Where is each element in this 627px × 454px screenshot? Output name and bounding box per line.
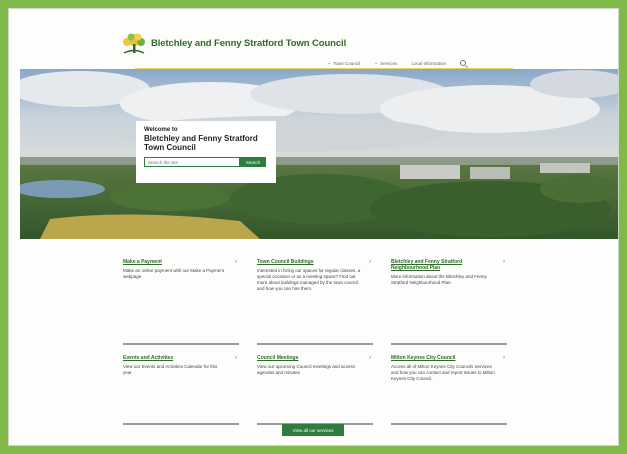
card-body: View our upcoming Council meetings and a… (257, 364, 355, 375)
site-search: Search (144, 157, 268, 167)
site-header: Bletchley and Fenny Stratford Town Counc… (9, 9, 618, 70)
card-town-council-buildings[interactable]: Town Council Buildings › Interested in h… (257, 259, 373, 345)
card-title[interactable]: Make a Payment (123, 259, 223, 265)
card-body: Make an online payment with our Make a P… (123, 268, 225, 279)
card-divider (391, 423, 507, 425)
card-body: Interested in hiring our spaces for regu… (257, 268, 361, 291)
card-body: Access all of Milton Keynes City Council… (391, 364, 495, 381)
chevron-right-icon: › (503, 355, 505, 361)
chevron-right-icon: › (235, 259, 237, 265)
card-divider (391, 343, 507, 345)
card-council-meetings[interactable]: Council Meetings › View our upcoming Cou… (257, 355, 373, 425)
card-title[interactable]: Events and Activities (123, 355, 223, 361)
chevron-right-icon: › (235, 355, 237, 361)
page-frame: Bletchley and Fenny Stratford Town Counc… (8, 8, 619, 446)
card-divider (123, 423, 239, 425)
card-neighbourhood-plan[interactable]: Bletchley and Fenny Stratford Neighbourh… (391, 259, 507, 345)
welcome-card: Welcome to Bletchley and Fenny Stratford… (136, 121, 276, 183)
card-title[interactable]: Town Council Buildings (257, 259, 357, 265)
view-all-services-button[interactable]: View all our services (282, 424, 344, 436)
welcome-subtitle: Welcome to (144, 127, 178, 133)
tree-logo-icon[interactable] (121, 31, 147, 55)
nav-item-local-information[interactable]: Local Information (411, 61, 446, 66)
search-icon[interactable] (459, 60, 466, 66)
chevron-right-icon: › (369, 355, 371, 361)
main-nav: ⌄ Town Council ⌄ Services Local Informat… (327, 58, 466, 68)
card-events-and-activities[interactable]: Events and Activities › View our Events … (123, 355, 239, 425)
card-title[interactable]: Council Meetings (257, 355, 357, 361)
nav-label: Services (380, 60, 398, 66)
chevron-right-icon: › (503, 259, 505, 265)
service-cards: Make a Payment › Make an online payment … (123, 259, 507, 425)
card-title[interactable]: Bletchley and Fenny Stratford Neighbourh… (391, 259, 491, 271)
hero-banner: Welcome to Bletchley and Fenny Stratford… (20, 69, 618, 239)
nav-label: Town Council (333, 60, 360, 66)
hero-landscape-image (20, 69, 618, 239)
card-body: More information about the Bletchley and… (391, 274, 487, 285)
nav-item-services[interactable]: ⌄ Services (374, 60, 397, 66)
site-name[interactable]: Bletchley and Fenny Stratford Town Counc… (151, 38, 346, 49)
welcome-title: Bletchley and Fenny Stratford Town Counc… (144, 134, 258, 152)
chevron-down-icon: ⌄ (373, 60, 379, 66)
chevron-right-icon: › (369, 259, 371, 265)
card-divider (123, 343, 239, 345)
chevron-down-icon: ⌄ (327, 60, 332, 66)
nav-item-town-council[interactable]: ⌄ Town Council (327, 60, 360, 66)
search-button[interactable]: Search (240, 157, 266, 167)
card-body: View our Events and Activities Calendar … (123, 364, 218, 375)
search-input[interactable] (144, 157, 240, 167)
card-title[interactable]: Milton Keynes City Council (391, 355, 491, 361)
nav-label: Local Information (411, 60, 446, 66)
card-make-a-payment[interactable]: Make a Payment › Make an online payment … (123, 259, 239, 345)
card-divider (257, 343, 373, 345)
card-milton-keynes-city-council[interactable]: Milton Keynes City Council › Access all … (391, 355, 507, 425)
